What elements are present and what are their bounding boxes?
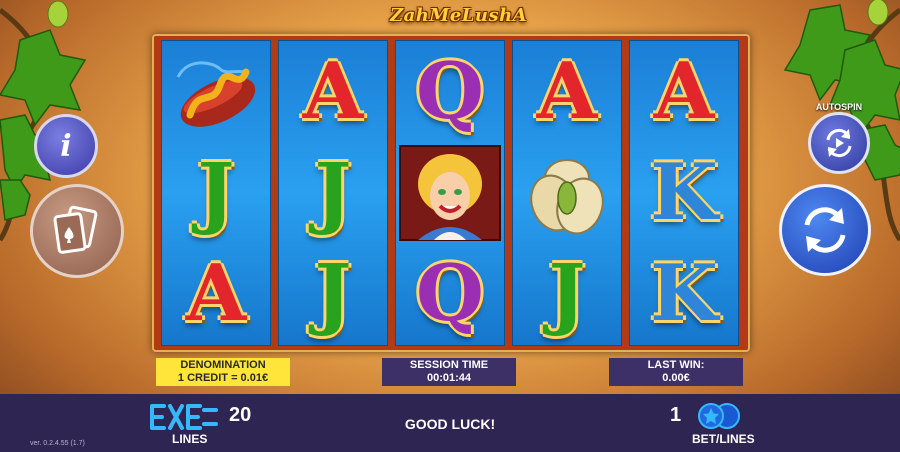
symbol-letter: J [314,146,352,238]
lines-icon[interactable] [150,402,218,432]
symbol-letter: A [185,247,247,339]
symbol-j: J [279,243,387,344]
autospin-label: AUTOSPIN [815,102,863,112]
symbol-j: J [513,243,621,344]
last-win-title: LAST WIN: [647,359,705,371]
spin-arrows-icon [804,207,846,253]
game-logo: ZahMeLushA [390,5,528,26]
session-time-title: SESSION TIME [409,359,489,371]
symbol-a: A [630,41,738,142]
denomination-title: DENOMINATION [180,359,266,371]
lines-label: LINES [172,432,208,446]
autospin-arrows-icon [826,128,852,158]
reel-5: A K K [629,40,739,346]
symbol-sausage [162,41,270,142]
symbol-letter: K [650,146,718,238]
last-win-panel: LAST WIN: 0.00€ [609,358,743,386]
symbol-a: A [513,41,621,142]
status-message: GOOD LUCK! [404,416,496,432]
bet-value[interactable]: 1 [670,404,681,427]
symbol-letter: J [548,247,586,339]
symbol-a: A [162,243,270,344]
sausage-icon [176,60,256,127]
symbol-a: A [279,41,387,142]
spin-button[interactable] [779,184,871,276]
autospin-button[interactable] [808,112,870,174]
session-time-value: 00:01:44 [426,372,472,384]
bet-lines-label: BET/LINES [692,432,755,446]
denomination-panel[interactable]: DENOMINATION 1 CREDIT = 0.01€ [156,358,290,386]
symbol-letter: Q [416,247,484,339]
symbol-letter: K [650,247,718,339]
symbol-letter: A [302,45,364,137]
symbol-q: Q [396,41,504,142]
reel-3: Q Q [395,40,505,346]
symbol-k: K [630,243,738,344]
symbol-letter: A [536,45,598,137]
symbol-q: Q [396,243,504,344]
gamble-button[interactable] [30,184,124,278]
symbol-j: J [279,142,387,243]
info-icon: i [60,128,72,164]
coins-icon[interactable] [694,402,744,430]
reel-1: J A [161,40,271,346]
last-win-value: 0.00€ [662,372,690,384]
lines-value[interactable]: 20 [229,404,251,427]
symbol-pistachio [513,142,621,243]
symbol-letter: A [653,45,715,137]
symbol-letter: Q [416,45,484,137]
info-button[interactable]: i [34,114,98,178]
symbol-girl [396,142,504,243]
symbol-j: J [162,142,270,243]
symbol-k: K [630,142,738,243]
symbol-letter: J [197,146,235,238]
version-text: ver. 0.2.4.55 (1.7) [30,440,85,447]
reel-2: A J J [278,40,388,346]
girl-portrait-icon [399,144,501,241]
symbol-letter: J [314,247,352,339]
denomination-value: 1 CREDIT = 0.01€ [177,372,269,384]
reel-4: A J [512,40,622,346]
pistachio-icon [530,158,604,234]
playing-cards-icon [53,205,98,254]
session-time-panel: SESSION TIME 00:01:44 [382,358,516,386]
